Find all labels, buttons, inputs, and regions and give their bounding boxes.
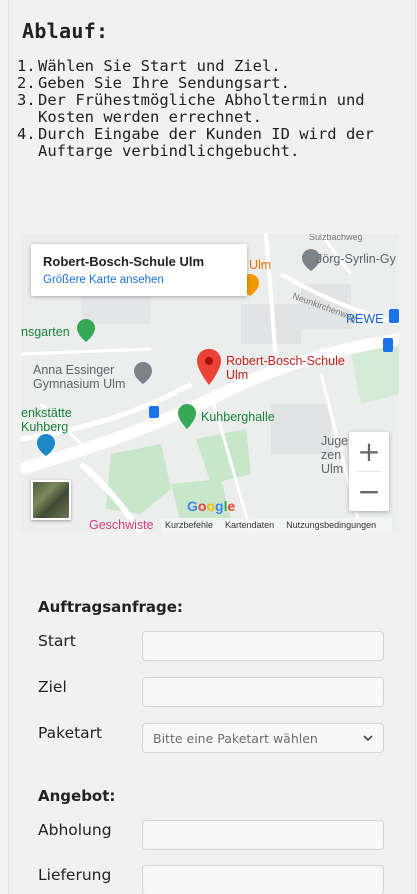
map-label-geschwister: Geschwiste [89, 518, 154, 532]
abholung-input[interactable] [142, 820, 384, 850]
map-label-statte-line2: Kuhberg [21, 420, 69, 434]
map-place-card: Robert-Bosch-Schule Ulm Größere Karte an… [31, 244, 247, 296]
step-number: 3. [17, 91, 36, 109]
shopping-cart-icon [389, 309, 399, 323]
map-label-anna-line2: Gymnasium Ulm [33, 377, 126, 391]
offer-heading: Angebot: [38, 787, 116, 805]
paketart-selected-value: Bitte eine Paketart wählen [153, 730, 318, 746]
larger-map-link[interactable]: Größere Karte ansehen [43, 274, 235, 286]
ablauf-step: 2. Geben Sie Ihre Sendungsart. [17, 75, 397, 92]
paketart-select[interactable]: Bitte eine Paketart wählen [142, 723, 384, 753]
map-label-jug-line3: Ulm [321, 462, 344, 476]
map-label-ulm: Ulm [249, 258, 272, 272]
ablauf-heading: Ablauf: [22, 19, 109, 43]
step-text: Geben Sie Ihre Sendungsart. [38, 74, 290, 92]
marker-label-line2: Ulm [226, 368, 249, 382]
request-heading: Auftragsanfrage: [38, 598, 183, 616]
step-number: 1. [17, 57, 36, 75]
ablauf-step: 4. Durch Eingabe der Kunden ID wird der A… [17, 126, 397, 160]
map-zoom-control: + − [349, 432, 389, 511]
map-label-jug-line1: Juge [321, 434, 349, 448]
transit-icon [149, 406, 159, 418]
keyboard-shortcuts-link[interactable]: Kurzbefehle [165, 520, 213, 530]
embedded-map[interactable]: Jörg-Syrlin-Gy Sulzbachweg Ulm Neunkirch… [21, 234, 399, 532]
start-input[interactable] [142, 631, 384, 661]
ziel-label: Ziel [38, 678, 67, 696]
map-label-kuhberghalle: Kuhberghalle [201, 410, 275, 424]
abholung-label: Abholung [38, 821, 112, 839]
ziel-input[interactable] [142, 677, 384, 707]
map-label-anna-line1: Anna Essinger [33, 363, 115, 377]
map-label-rewe: REWE [346, 312, 384, 326]
step-text: Wählen Sie Start und Ziel. [38, 57, 281, 75]
map-attribution: Kurzbefehle Kartendaten Nutzungsbedingun… [161, 518, 393, 532]
ablauf-step: 3. Der Frühestmögliche Abholtermin und Ko… [17, 92, 397, 126]
step-text: Durch Eingabe der Kunden ID wird der Auf… [38, 125, 374, 160]
map-data-link[interactable]: Kartendaten [225, 520, 274, 530]
step-text: Der Frühestmögliche Abholtermin und Kost… [38, 91, 365, 126]
lieferung-input[interactable] [142, 865, 384, 894]
step-number: 2. [17, 74, 36, 92]
terms-link[interactable]: Nutzungsbedingungen [286, 520, 376, 530]
map-place-name: Robert-Bosch-Schule Ulm [43, 254, 205, 269]
bus-stop-icon [383, 338, 393, 352]
map-label-jug-line2: zen [321, 448, 342, 462]
ablauf-step: 1. Wählen Sie Start und Ziel. [17, 58, 397, 75]
map-label-joerg: Jörg-Syrlin-Gy [316, 252, 396, 266]
satellite-toggle-button[interactable] [31, 480, 71, 520]
zoom-out-button[interactable]: − [349, 472, 389, 511]
map-label-sulzbachweg: Sulzbachweg [309, 234, 363, 242]
page-container: Ablauf: 1. Wählen Sie Start und Ziel. 2. G… [8, 0, 416, 894]
ablauf-steps-list: 1. Wählen Sie Start und Ziel. 2. Geben Sie… [17, 58, 397, 160]
marker-label-line1: Robert-Bosch-Schule [226, 354, 345, 368]
zoom-in-button[interactable]: + [349, 432, 389, 471]
step-number: 4. [17, 125, 36, 143]
google-logo: Google [187, 498, 236, 514]
map-label-sgarten: nsgarten [21, 325, 70, 339]
chevron-down-icon [363, 735, 373, 742]
lieferung-label: Lieferung [38, 866, 112, 884]
start-label: Start [38, 632, 76, 650]
map-label-statte-line1: enkstätte [21, 406, 72, 420]
paketart-label: Paketart [38, 724, 103, 742]
